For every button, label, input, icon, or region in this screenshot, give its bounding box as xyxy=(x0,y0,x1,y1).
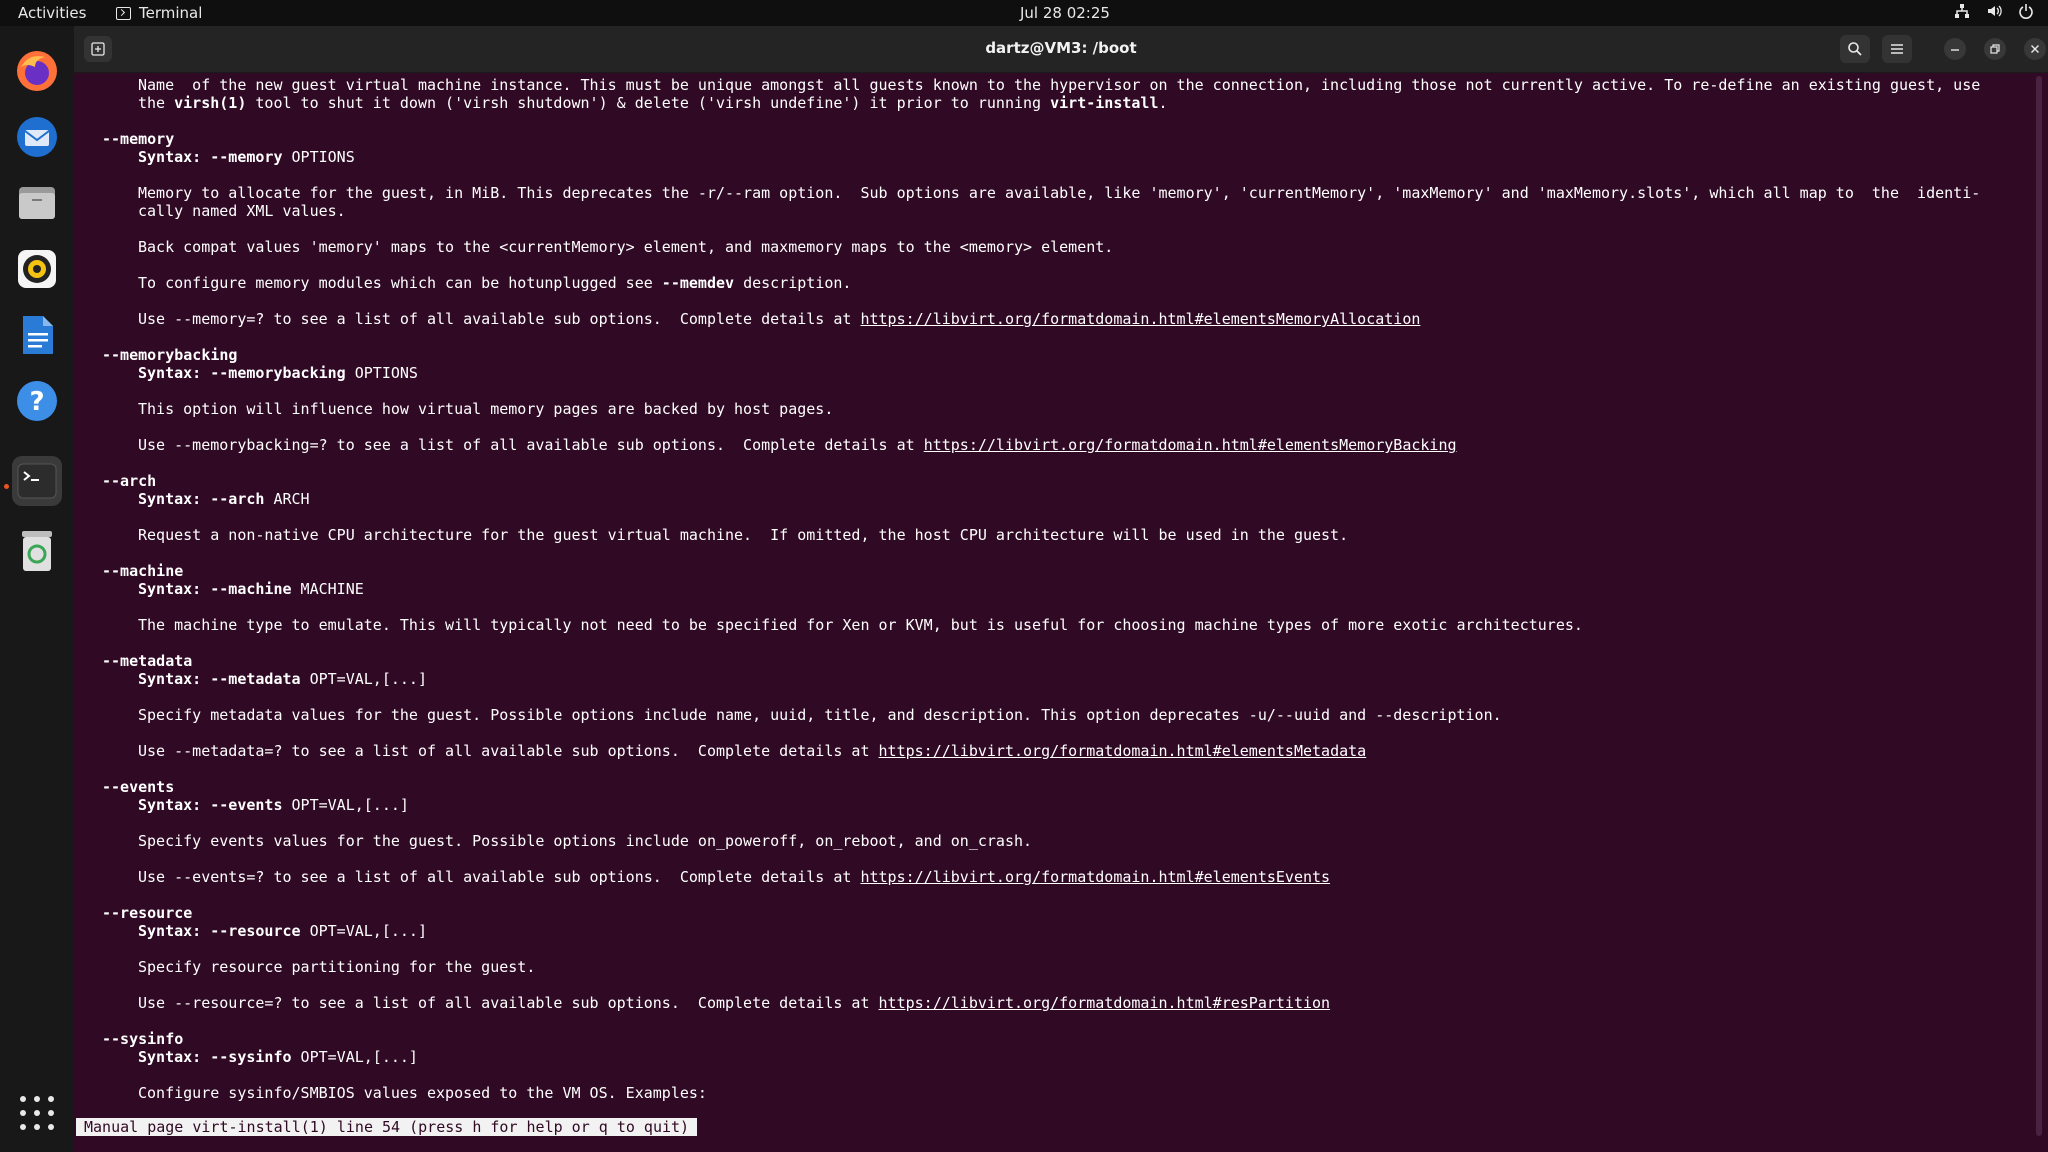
syntax-line: Syntax: --memory OPTIONS xyxy=(138,148,355,166)
app-menu-label: Terminal xyxy=(139,4,203,22)
top-bar: Activities Terminal Jul 28 02:25 xyxy=(0,0,2048,26)
syntax-line: Syntax: --events OPT=VAL,[...] xyxy=(138,796,409,814)
power-icon xyxy=(2018,3,2034,19)
syntax-line: Syntax: --memorybacking OPTIONS xyxy=(138,364,418,382)
dock-trash[interactable] xyxy=(12,526,62,576)
syntax-line: Syntax: --arch ARCH xyxy=(138,490,310,508)
clock[interactable]: Jul 28 02:25 xyxy=(1020,4,1110,22)
pager-status-line: Manual page virt-install(1) line 54 (pre… xyxy=(76,1118,698,1136)
scrollbar[interactable] xyxy=(2036,76,2042,1136)
text-line: Back compat values 'memory' maps to the … xyxy=(138,238,1114,256)
syntax-line: Syntax: --sysinfo OPT=VAL,[...] xyxy=(138,1048,418,1066)
minimize-icon xyxy=(1951,49,1959,51)
dock-thunderbird[interactable] xyxy=(12,112,62,162)
text-line: Use --events=? to see a list of all avai… xyxy=(138,868,1331,886)
dock-writer[interactable] xyxy=(12,310,62,360)
svg-text:?: ? xyxy=(29,387,44,417)
dock-terminal[interactable] xyxy=(12,456,62,506)
doc-link[interactable]: https://libvirt.org/formatdomain.html#re… xyxy=(879,994,1331,1012)
trash-icon xyxy=(22,531,52,571)
text-line: Memory to allocate for the guest, in MiB… xyxy=(138,184,1981,202)
search-icon xyxy=(1848,42,1862,56)
terminal-icon xyxy=(116,6,131,20)
text-line: Use --resource=? to see a list of all av… xyxy=(138,994,1331,1012)
doc-link[interactable]: https://libvirt.org/formatdomain.html#el… xyxy=(924,436,1457,454)
minimize-button[interactable] xyxy=(1944,38,1966,60)
help-icon: ? xyxy=(17,381,57,421)
option-heading: --metadata xyxy=(102,652,193,670)
system-tray[interactable] xyxy=(1954,3,2034,19)
close-icon xyxy=(2031,45,2039,53)
text-line: Specify metadata values for the guest. P… xyxy=(138,706,1502,724)
thunderbird-icon xyxy=(17,117,57,157)
text-line: This option will influence how virtual m… xyxy=(138,400,834,418)
text-line: cally named XML values. xyxy=(138,202,346,220)
search-button[interactable] xyxy=(1840,35,1870,63)
firefox-icon xyxy=(17,51,57,91)
activities-button[interactable]: Activities xyxy=(18,4,86,22)
text-line: To configure memory modules which can be… xyxy=(138,274,852,292)
app-menu[interactable]: Terminal xyxy=(116,4,202,22)
text-line: Specify events values for the guest. Pos… xyxy=(138,832,1033,850)
text-line: Use --metadata=? to see a list of all av… xyxy=(138,742,1367,760)
text-line: the virsh(1) tool to shut it down ('virs… xyxy=(138,94,1168,112)
running-indicator xyxy=(4,484,9,489)
text-line: Use --memorybacking=? to see a list of a… xyxy=(138,436,1457,454)
syntax-line: Syntax: --machine MACHINE xyxy=(138,580,364,598)
option-heading: --machine xyxy=(102,562,184,580)
hamburger-menu-icon xyxy=(1891,44,1903,54)
text-line: The machine type to emulate. This will t… xyxy=(138,616,1583,634)
option-heading: --resource xyxy=(102,904,193,922)
terminal-window: dartz@VM3: /boot Name of the new guest v… xyxy=(74,26,2048,1152)
files-icon xyxy=(19,187,55,219)
terminal-content[interactable]: Name of the new guest virtual machine in… xyxy=(102,76,2002,1146)
show-applications-button[interactable] xyxy=(20,1096,54,1130)
dock-help[interactable]: ? xyxy=(12,376,62,426)
dock-rhythmbox[interactable] xyxy=(12,244,62,294)
text-line: Use --memory=? to see a list of all avai… xyxy=(138,310,1421,328)
close-button[interactable] xyxy=(2024,38,2046,60)
syntax-line: Syntax: --resource OPT=VAL,[...] xyxy=(138,922,427,940)
option-heading: --sysinfo xyxy=(102,1030,184,1048)
restore-button[interactable] xyxy=(1984,38,2006,60)
dock-files[interactable] xyxy=(12,178,62,228)
libreoffice-writer-icon xyxy=(23,316,53,354)
restore-icon xyxy=(1990,44,2000,54)
text-line: Name of the new guest virtual machine in… xyxy=(138,76,1981,94)
doc-link[interactable]: https://libvirt.org/formatdomain.html#el… xyxy=(860,310,1420,328)
option-heading: --memorybacking xyxy=(102,346,238,364)
dock: ? xyxy=(0,26,74,1152)
option-heading: --memory xyxy=(102,130,175,148)
doc-link[interactable]: https://libvirt.org/formatdomain.html#el… xyxy=(860,868,1330,886)
network-icon xyxy=(1954,3,1970,19)
text-line: Specify resource partitioning for the gu… xyxy=(138,958,536,976)
doc-link[interactable]: https://libvirt.org/formatdomain.html#el… xyxy=(879,742,1367,760)
dock-firefox[interactable] xyxy=(12,46,62,96)
header-bar: dartz@VM3: /boot xyxy=(74,26,2048,73)
volume-icon xyxy=(1986,3,2002,19)
terminal-icon xyxy=(17,463,57,499)
text-line: Configure sysinfo/SMBIOS values exposed … xyxy=(138,1084,707,1102)
rhythmbox-icon xyxy=(18,250,56,288)
syntax-line: Syntax: --metadata OPT=VAL,[...] xyxy=(138,670,427,688)
option-heading: --arch xyxy=(102,472,157,490)
menu-button[interactable] xyxy=(1882,35,1912,63)
window-title: dartz@VM3: /boot xyxy=(985,39,1137,57)
text-line: Request a non-native CPU architecture fo… xyxy=(138,526,1349,544)
option-heading: --events xyxy=(102,778,175,796)
